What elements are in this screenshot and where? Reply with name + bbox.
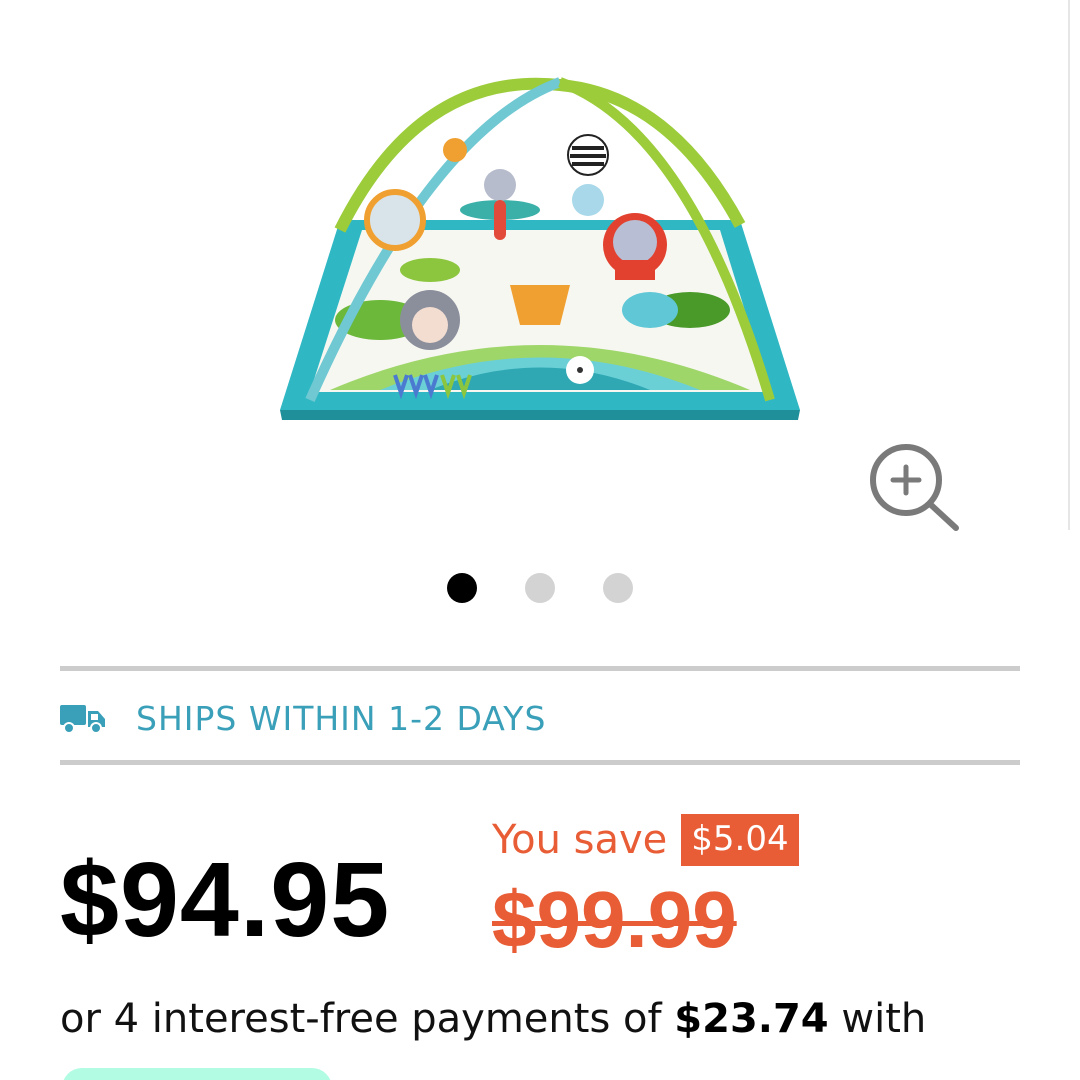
- installment-amount: $23.74: [674, 996, 829, 1042]
- truck-icon: [60, 705, 105, 734]
- zoom-in-icon[interactable]: [866, 440, 962, 536]
- carousel-dot-1[interactable]: [447, 573, 477, 603]
- product-page: SHIPS WITHIN 1-2 DAYS $94.95 You save $5…: [0, 0, 1080, 1080]
- carousel-dots: [447, 573, 633, 603]
- savings-info: You save $5.04: [492, 814, 799, 866]
- product-image[interactable]: [270, 70, 810, 435]
- payment-provider-badge[interactable]: [62, 1068, 332, 1080]
- carousel-dot-3[interactable]: [603, 573, 633, 603]
- divider: [60, 666, 1020, 671]
- shipping-text: SHIPS WITHIN 1-2 DAYS: [136, 698, 547, 738]
- shipping-info: SHIPS WITHIN 1-2 DAYS: [60, 690, 546, 746]
- original-price: $99.99: [492, 875, 737, 964]
- installments-prefix: or 4 interest-free payments of: [60, 996, 662, 1042]
- you-save-label: You save: [492, 817, 668, 863]
- installments-suffix: with: [841, 996, 927, 1042]
- current-price: $94.95: [60, 841, 391, 959]
- divider: [60, 760, 1020, 765]
- installments-text: or 4 interest-free payments of $23.74 wi…: [60, 992, 926, 1046]
- divider: [1068, 0, 1070, 530]
- savings-badge: $5.04: [681, 814, 799, 866]
- carousel-dot-2[interactable]: [525, 573, 555, 603]
